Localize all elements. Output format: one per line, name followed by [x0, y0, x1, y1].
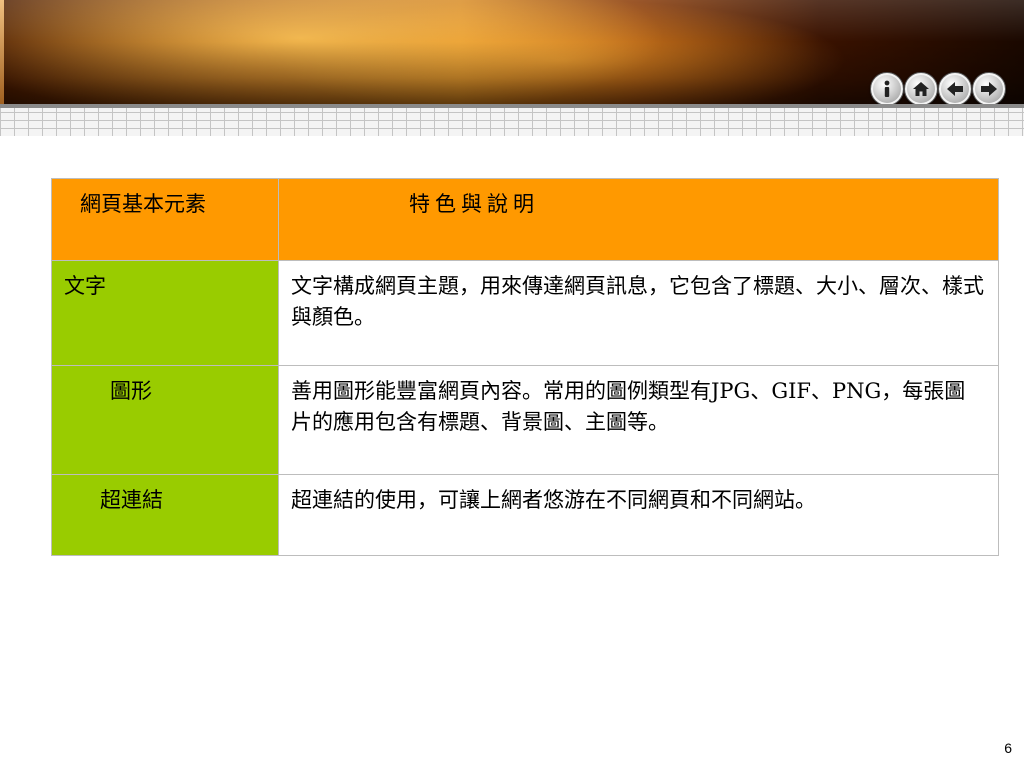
- element-cell-hyperlink: 超連結: [51, 474, 279, 556]
- previous-button[interactable]: [938, 72, 972, 106]
- table-header-row: 網頁基本元素 特色與說明: [51, 178, 999, 261]
- header-banner-edge: [0, 0, 4, 104]
- elements-table: 網頁基本元素 特色與說明 文字 文字構成網頁主題，用來傳達網頁訊息，它包含了標題…: [51, 178, 999, 556]
- element-cell-text: 文字: [51, 260, 279, 366]
- home-icon: [913, 82, 929, 96]
- header-description-cell: 特色與說明: [278, 178, 999, 261]
- grid-band-divider: [0, 104, 1024, 108]
- info-button[interactable]: [870, 72, 904, 106]
- arrow-left-icon: [947, 82, 963, 96]
- description-cell-text: 文字構成網頁主題，用來傳達網頁訊息，它包含了標題、大小、層次、樣式與顏色。: [278, 260, 999, 366]
- header-element-cell: 網頁基本元素: [51, 178, 279, 261]
- home-button[interactable]: [904, 72, 938, 106]
- page-number: 6: [1004, 740, 1012, 756]
- table-row: 超連結 超連結的使用，可讓上網者悠游在不同網頁和不同網站。: [51, 474, 999, 556]
- description-cell-hyperlink: 超連結的使用，可讓上網者悠游在不同網頁和不同網站。: [278, 474, 999, 556]
- arrow-right-icon: [981, 82, 997, 96]
- description-cell-graphics: 善用圖形能豐富網頁內容。常用的圖例類型有JPG、GIF、PNG，每張圖片的應用包…: [278, 365, 999, 475]
- table-row: 文字 文字構成網頁主題，用來傳達網頁訊息，它包含了標題、大小、層次、樣式與顏色。: [51, 260, 999, 366]
- info-icon: [884, 80, 890, 97]
- element-cell-graphics: 圖形: [51, 365, 279, 475]
- table-row: 圖形 善用圖形能豐富網頁內容。常用的圖例類型有JPG、GIF、PNG，每張圖片的…: [51, 365, 999, 475]
- next-button[interactable]: [972, 72, 1006, 106]
- grid-band: [0, 104, 1024, 136]
- navigation-buttons: [870, 72, 1006, 106]
